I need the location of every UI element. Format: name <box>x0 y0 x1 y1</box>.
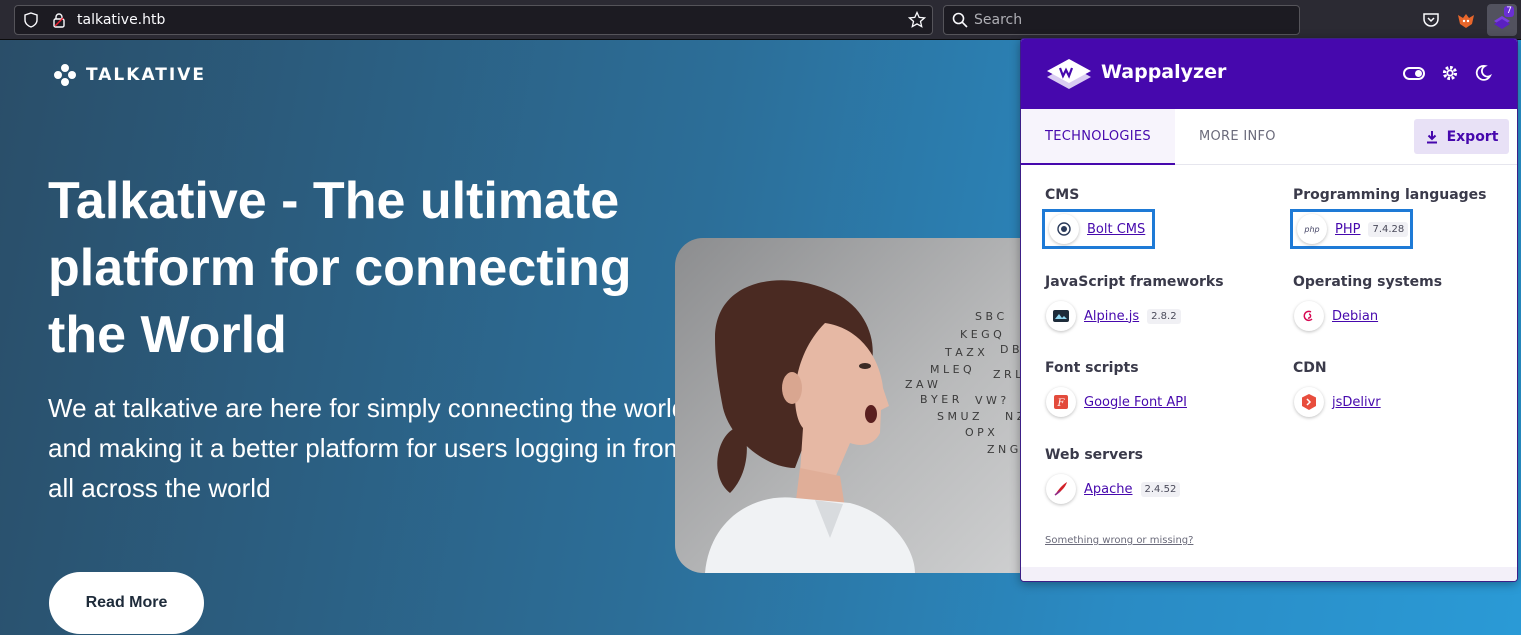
category-cdn: CDN <box>1293 360 1327 376</box>
wappalyzer-title: Wappalyzer <box>1101 61 1227 83</box>
enable-toggle[interactable] <box>1403 67 1425 80</box>
svg-text:B Y E R: B Y E R <box>920 393 960 406</box>
tab-technologies[interactable]: TECHNOLOGIES <box>1021 109 1175 165</box>
pocket-icon[interactable] <box>1420 9 1442 31</box>
lock-icon[interactable] <box>51 12 67 28</box>
category-web-servers: Web servers <box>1045 447 1143 463</box>
svg-text:Z N G: Z N G <box>987 443 1018 456</box>
shield-icon[interactable] <box>23 12 39 28</box>
svg-text:D B: D B <box>1000 343 1020 356</box>
tech-apache[interactable]: Apache 2.4.52 <box>1042 469 1184 509</box>
moon-icon[interactable] <box>1474 64 1492 82</box>
tech-version: 2.8.2 <box>1147 308 1181 324</box>
tech-name[interactable]: Apache <box>1084 482 1133 497</box>
hero-subtitle: We at talkative are here for simply conn… <box>48 393 687 503</box>
wappalyzer-header: Wappalyzer <box>1021 39 1517 109</box>
export-label: Export <box>1446 128 1499 145</box>
export-button[interactable]: Export <box>1414 119 1509 154</box>
wappalyzer-logo-icon <box>1047 59 1091 89</box>
hero-title: Talkative - The ultimate platform for co… <box>48 172 632 364</box>
brand-name: TALKATIVE <box>86 65 206 85</box>
tech-name[interactable]: Bolt CMS <box>1087 222 1145 237</box>
svg-text:F: F <box>1057 398 1066 409</box>
category-font-scripts: Font scripts <box>1045 360 1139 376</box>
category-javascript-frameworks: JavaScript frameworks <box>1045 274 1224 290</box>
woman-speaking-illustration: Z A W B Y E R M L E Q T A Z X K E G Q S B C… <box>705 280 1025 573</box>
bolt-cms-icon <box>1049 214 1079 244</box>
download-icon <box>1426 130 1437 143</box>
tab-more-info[interactable]: MORE INFO <box>1199 109 1276 165</box>
svg-text:M L E Q: M L E Q <box>930 363 972 376</box>
php-icon: php <box>1297 214 1327 244</box>
technologies-panel: CMS Bolt CMS JavaScript frameworks Alpin… <box>1021 165 1517 581</box>
search-placeholder: Search <box>974 12 1023 28</box>
debian-swirl-icon <box>1294 301 1324 331</box>
browser-toolbar: talkative.htb Search 7 <box>0 0 1521 40</box>
tech-version: 7.4.28 <box>1368 221 1409 237</box>
tech-name[interactable]: Google Font API <box>1084 395 1187 410</box>
wappalyzer-popup: Wappalyzer TECHNOLOGIES MORE INFO Export… <box>1020 38 1518 582</box>
hero-image: Z A W B Y E R M L E Q T A Z X K E G Q S B C… <box>675 238 1035 573</box>
popup-footer-bar <box>1021 567 1517 581</box>
tech-google-font-api[interactable]: F Google Font API <box>1042 382 1191 422</box>
wappalyzer-tabs: TECHNOLOGIES MORE INFO Export <box>1021 109 1517 165</box>
foxyproxy-icon[interactable] <box>1455 9 1477 31</box>
search-input[interactable]: Search <box>943 5 1300 35</box>
brand-logo[interactable]: TALKATIVE <box>52 62 206 88</box>
category-operating-systems: Operating systems <box>1293 274 1443 290</box>
wappalyzer-extension-button[interactable]: 7 <box>1487 4 1517 36</box>
tech-debian[interactable]: Debian <box>1290 296 1382 336</box>
alpine-js-icon <box>1046 301 1076 331</box>
url-text[interactable]: talkative.htb <box>77 12 165 28</box>
google-font-icon: F <box>1046 387 1076 417</box>
tech-name[interactable]: PHP <box>1335 222 1360 237</box>
svg-text:php: php <box>1303 225 1319 234</box>
read-more-button[interactable]: Read More <box>49 572 204 634</box>
bookmark-star-icon[interactable] <box>908 11 926 29</box>
jsdelivr-icon <box>1294 387 1324 417</box>
tech-jsdelivr[interactable]: jsDelivr <box>1290 382 1385 422</box>
svg-text:S M U Z: S M U Z <box>937 410 980 423</box>
svg-text:O P X: O P X <box>965 426 995 439</box>
something-wrong-link[interactable]: Something wrong or missing? <box>1045 535 1193 546</box>
extension-badge: 7 <box>1504 6 1514 17</box>
svg-text:S B C: S B C <box>975 310 1005 323</box>
tech-name[interactable]: Alpine.js <box>1084 309 1139 324</box>
talkative-logo-icon <box>54 64 76 86</box>
category-cms: CMS <box>1045 187 1080 203</box>
tech-name[interactable]: jsDelivr <box>1332 395 1381 410</box>
svg-text:Z A W: Z A W <box>905 378 938 391</box>
tech-version: 2.4.52 <box>1140 481 1181 497</box>
svg-text:T A Z X: T A Z X <box>944 346 985 359</box>
tech-bolt-cms[interactable]: Bolt CMS <box>1042 209 1155 249</box>
gear-icon[interactable] <box>1441 64 1459 82</box>
tech-php[interactable]: php PHP 7.4.28 <box>1290 209 1413 249</box>
svg-text:K E G Q: K E G Q <box>960 328 1002 341</box>
tech-alpine-js[interactable]: Alpine.js 2.8.2 <box>1042 296 1185 336</box>
category-programming-languages: Programming languages <box>1293 187 1487 203</box>
search-icon <box>952 12 968 28</box>
url-bar[interactable]: talkative.htb <box>14 5 933 35</box>
apache-feather-icon <box>1046 474 1076 504</box>
svg-text:V W ?: V W ? <box>975 394 1006 407</box>
svg-text:Z R L: Z R L <box>993 368 1022 381</box>
tech-name[interactable]: Debian <box>1332 309 1378 324</box>
